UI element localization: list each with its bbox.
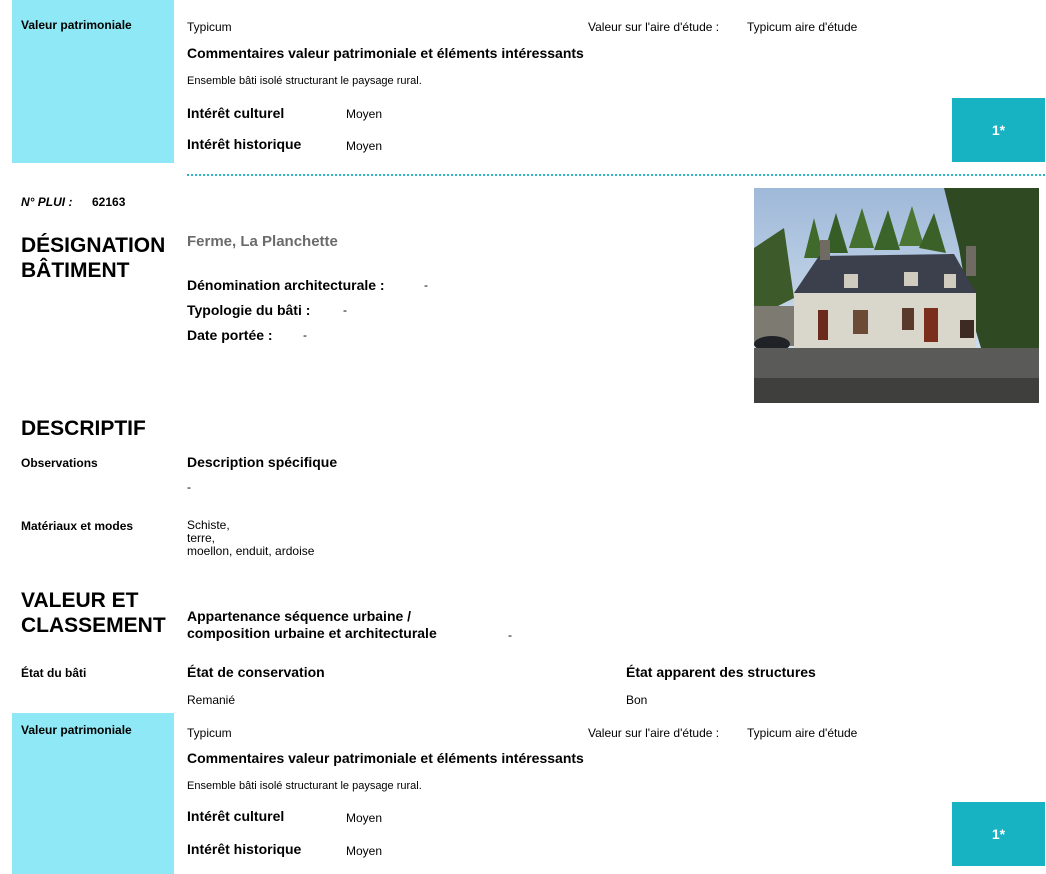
denomination-value: -: [424, 278, 428, 292]
comment-title: Commentaires valeur patrimoniale et élém…: [187, 45, 584, 61]
classement-badge-bottom: 1*: [952, 802, 1045, 866]
designation-heading-line1: DÉSIGNATION: [21, 234, 166, 257]
plui-number: 62163: [92, 195, 126, 209]
aire-etude-label-bottom: Valeur sur l'aire d'étude :: [588, 726, 720, 740]
description-specifique-value: -: [187, 480, 191, 494]
building-name: Ferme, La Planchette: [187, 233, 338, 250]
etat-du-bati-label: État du bâti: [21, 666, 87, 680]
materiaux-line-3: moellon, enduit, ardoise: [187, 544, 315, 558]
observations-label: Observations: [21, 456, 98, 470]
designation-heading: DÉSIGNATION BÂTIMENT: [21, 233, 165, 283]
classement-badge: 1*: [952, 98, 1045, 162]
etat-structures-value: Bon: [626, 693, 648, 707]
appartenance-line-2: composition urbaine et architecturale: [187, 625, 437, 641]
aire-etude-value: Typicum aire d'étude: [747, 20, 858, 34]
side-panel-bottom: [12, 713, 174, 874]
side-label-valeur-patrimoniale: Valeur patrimoniale: [21, 18, 132, 32]
interet-historique-value-bottom: Moyen: [346, 844, 383, 858]
comment-text-bottom: Ensemble bâti isolé structurant le paysa…: [187, 780, 422, 792]
appartenance-line-1: Appartenance séquence urbaine /: [187, 608, 412, 624]
valeur-heading-line2: CLASSEMENT: [21, 614, 166, 637]
aire-etude-value-bottom: Typicum aire d'étude: [747, 726, 858, 740]
date-portee-value: -: [303, 328, 307, 342]
date-portee-label: Date portée :: [187, 327, 273, 343]
interet-culturel-value: Moyen: [346, 107, 383, 121]
etat-conservation-title: État de conservation: [187, 664, 325, 680]
etat-conservation-value: Remanié: [187, 693, 236, 707]
aire-etude-label: Valeur sur l'aire d'étude :: [588, 20, 720, 34]
appartenance-value: -: [508, 628, 512, 642]
comment-text: Ensemble bâti isolé structurant le paysa…: [187, 75, 422, 87]
interet-historique-value: Moyen: [346, 139, 383, 153]
interet-historique-label-bottom: Intérêt historique: [187, 841, 302, 857]
appartenance-title: Appartenance séquence urbaine / composit…: [187, 608, 437, 642]
typicum-value: Typicum: [187, 20, 232, 34]
denomination-label: Dénomination architecturale :: [187, 277, 385, 293]
typologie-value: -: [343, 303, 347, 317]
valeur-heading-line1: VALEUR ET: [21, 589, 139, 612]
materiaux-values: Schiste, terre, moellon, enduit, ardoise: [187, 519, 314, 558]
interet-culturel-label: Intérêt culturel: [187, 105, 285, 121]
side-label-valeur-patrimoniale-bottom: Valeur patrimoniale: [21, 723, 132, 737]
building-photo: [754, 188, 1039, 403]
etat-structures-title: État apparent des structures: [626, 664, 816, 680]
descriptif-heading: DESCRIPTIF: [21, 417, 146, 440]
materiaux-label: Matériaux et modes: [21, 519, 134, 533]
valeur-classement-heading: VALEUR ET CLASSEMENT: [21, 588, 166, 638]
description-specifique-title: Description spécifique: [187, 454, 338, 470]
designation-heading-line2: BÂTIMENT: [21, 259, 130, 282]
interet-culturel-value-bottom: Moyen: [346, 811, 383, 825]
comment-title-bottom: Commentaires valeur patrimoniale et élém…: [187, 750, 584, 766]
interet-culturel-label-bottom: Intérêt culturel: [187, 808, 285, 824]
typicum-value-bottom: Typicum: [187, 726, 232, 740]
typologie-label: Typologie du bâti :: [187, 302, 311, 318]
interet-historique-label: Intérêt historique: [187, 136, 302, 152]
section-divider: [187, 174, 1045, 176]
plui-label: N° PLUI :: [21, 195, 73, 209]
